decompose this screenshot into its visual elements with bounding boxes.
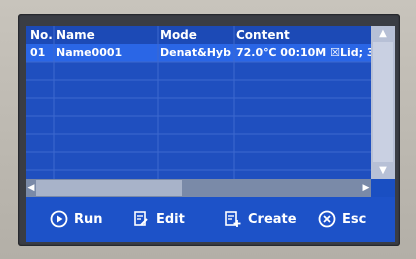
header-content: Content bbox=[236, 28, 290, 42]
program-table: No. Name Mode Content 01 Name0001 Denat&… bbox=[26, 26, 382, 179]
action-bar: Run Edit Create Esc bbox=[26, 197, 395, 242]
header-mode: Mode bbox=[160, 28, 197, 42]
create-label: Create bbox=[248, 211, 297, 227]
table-header: No. Name Mode Content bbox=[26, 26, 382, 44]
scroll-down-icon[interactable]: ▼ bbox=[371, 163, 395, 179]
header-name: Name bbox=[56, 28, 95, 42]
table-row[interactable]: 01 Name0001 Denat&Hyb 72.0℃ 00:10M ☒Lid;… bbox=[26, 44, 382, 62]
run-button[interactable]: Run bbox=[50, 205, 103, 233]
header-no: No. bbox=[30, 28, 52, 42]
vertical-scroll-thumb[interactable] bbox=[373, 42, 393, 162]
close-circle-icon bbox=[318, 210, 336, 228]
scroll-up-icon[interactable]: ▲ bbox=[371, 26, 395, 42]
run-label: Run bbox=[74, 211, 103, 227]
esc-button[interactable]: Esc bbox=[318, 205, 366, 233]
esc-label: Esc bbox=[342, 211, 367, 227]
edit-label: Edit bbox=[156, 211, 185, 227]
edit-document-icon bbox=[132, 210, 150, 228]
scroll-left-icon[interactable]: ◀ bbox=[26, 179, 36, 197]
row-no: 01 bbox=[30, 46, 46, 59]
scroll-right-icon[interactable]: ▶ bbox=[361, 179, 371, 197]
create-button[interactable]: Create bbox=[224, 205, 297, 233]
create-document-icon bbox=[224, 210, 242, 228]
row-content: 72.0℃ 00:10M ☒Lid; 37 bbox=[236, 46, 382, 59]
row-mode: Denat&Hyb bbox=[160, 46, 231, 59]
edit-button[interactable]: Edit bbox=[132, 205, 185, 233]
vertical-scrollbar[interactable]: ▲ ▼ bbox=[371, 26, 395, 179]
horizontal-scroll-thumb[interactable] bbox=[36, 180, 182, 196]
horizontal-scrollbar[interactable]: ◀ ▶ bbox=[26, 179, 371, 197]
lcd-screen: No. Name Mode Content 01 Name0001 Denat&… bbox=[26, 26, 395, 242]
row-name: Name0001 bbox=[56, 46, 123, 59]
play-circle-icon bbox=[50, 210, 68, 228]
